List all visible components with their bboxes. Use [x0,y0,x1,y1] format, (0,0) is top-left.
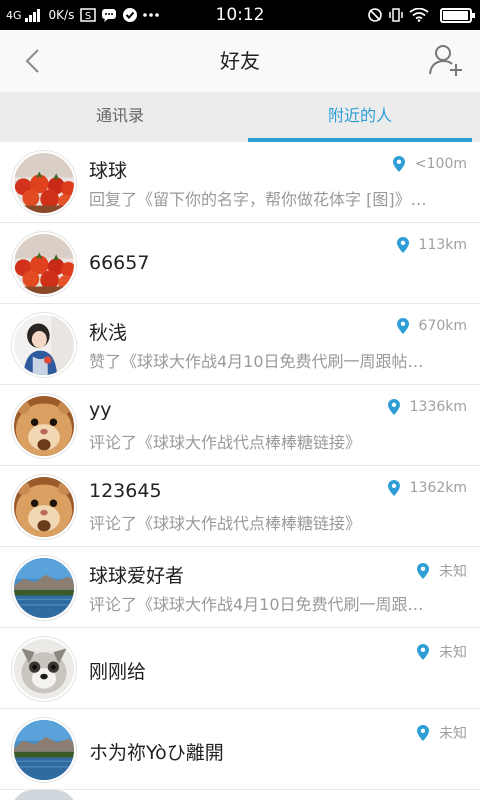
person-name: yy [89,399,112,421]
tab-contacts[interactable]: 通讯录 [0,92,240,142]
nearby-people-list: 球球回复了《留下你的名字，帮你做花体字 [图]》… <100m 66657 113km… [0,142,480,790]
location-pin-icon [387,480,400,496]
list-item[interactable]: 刚刚给 未知 [0,628,480,709]
tab-nearby-people[interactable]: 附近的人 [240,92,480,142]
avatar[interactable] [12,637,76,701]
person-name: 球球 [89,160,128,182]
mute-icon [368,8,382,22]
battery-icon [440,7,475,23]
recent-activity: 评论了《球球大作战代点棒棒糖链接》 [89,514,362,533]
list-item[interactable]: ホ为祢Yòひ離開 未知 [0,709,480,790]
recent-activity: 赞了《球球大作战4月10日免费代刷一周跟帖… [89,352,424,371]
avatar-image [14,396,74,456]
avatar[interactable] [12,313,76,377]
avatar[interactable] [12,394,76,458]
distance-label: 113km [418,237,467,253]
location-pin-icon [417,563,429,579]
list-item[interactable]: 秋浅赞了《球球大作战4月10日免费代刷一周跟帖… 670km [0,304,480,385]
avatar-image [14,315,74,375]
distance: 1362km [387,480,467,496]
avatar[interactable] [12,718,76,782]
distance-label: <100m [414,156,467,172]
distance-label: 未知 [439,726,467,742]
distance-label: 670km [418,318,467,334]
avatar[interactable] [12,475,76,539]
list-item[interactable]: yy 评论了《球球大作战代点棒棒糖链接》 1336km [0,385,480,466]
avatar-image [14,153,74,213]
distance: 113km [396,237,467,253]
list-item[interactable]: 球球爱好者评论了《球球大作战4月10日免费代刷一周跟… 未知 [0,547,480,628]
distance-label: 未知 [439,645,467,661]
location-pin-icon [396,318,409,334]
add-user-icon[interactable] [428,42,464,78]
person-name: 球球爱好者 [89,565,185,587]
wifi-icon [409,8,429,22]
distance-label: 1362km [409,480,467,496]
list-item[interactable]: 66657 113km [0,223,480,304]
vibrate-icon [389,8,403,22]
avatar-image [14,558,74,618]
distance: 未知 [417,723,467,743]
avatar-image [14,234,74,294]
location-pin-icon [396,237,409,253]
page-title: 好友 [220,49,260,73]
recent-activity: 回复了《留下你的名字，帮你做花体字 [图]》… [89,190,427,209]
distance: <100m [392,156,467,172]
tab-bar: 通讯录 附近的人 [0,92,480,142]
partial-avatar [12,790,76,800]
distance-label: 未知 [439,564,467,580]
recent-activity: 评论了《球球大作战代点棒棒糖链接》 [89,433,362,452]
person-name: 66657 [89,252,150,274]
avatar-image [14,720,74,780]
location-pin-icon [387,399,400,415]
person-name: 123645 [89,480,162,502]
location-pin-icon [417,725,429,741]
location-pin-icon [392,156,405,172]
header: 好友 [0,30,480,92]
distance: 未知 [417,561,467,581]
location-pin-icon [417,644,429,660]
tab-label: 通讯录 [95,106,144,125]
list-item[interactable]: 球球回复了《留下你的名字，帮你做花体字 [图]》… <100m [0,142,480,223]
tab-label: 附近的人 [327,106,392,125]
distance: 未知 [417,642,467,662]
list-item[interactable]: 123645 评论了《球球大作战代点棒棒糖链接》 1362km [0,466,480,547]
distance-label: 1336km [409,399,467,415]
avatar[interactable] [12,151,76,215]
status-bar: 4G 0K/s S 10:12 [0,0,480,30]
distance: 1336km [387,399,467,415]
avatar-image [14,477,74,537]
person-name: 刚刚给 [89,661,147,683]
person-name: ホ为祢Yòひ離開 [89,742,224,764]
distance: 670km [396,318,467,334]
person-name: 秋浅 [89,322,128,344]
avatar[interactable] [12,556,76,620]
recent-activity: 评论了《球球大作战4月10日免费代刷一周跟… [89,595,424,614]
avatar-image [14,639,74,699]
avatar[interactable] [12,232,76,296]
